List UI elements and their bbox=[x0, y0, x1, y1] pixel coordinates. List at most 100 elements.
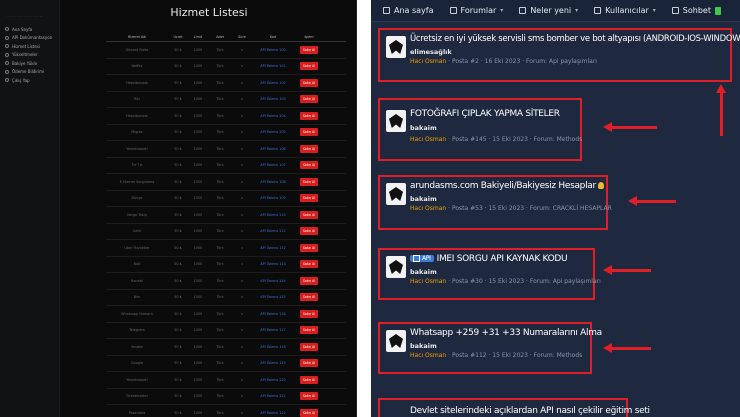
cell-code[interactable]: API Tokens 110 bbox=[252, 213, 294, 217]
thread-title[interactable]: Ücretsiz en iyi yüksek servisli sms bomb… bbox=[410, 34, 740, 44]
nav-item[interactable]: Neler yeni ▾ bbox=[519, 6, 578, 15]
buy-button[interactable]: Satın Al bbox=[300, 392, 318, 401]
buy-button[interactable]: Satın Al bbox=[300, 161, 318, 170]
buy-button[interactable]: Satın Al bbox=[300, 243, 318, 252]
red-arrow-left bbox=[628, 196, 676, 206]
thread-card-5[interactable]: Whatsapp +259 +31 +33 Numaralarını Alma … bbox=[378, 322, 602, 374]
red-arrow-up bbox=[716, 84, 726, 136]
buy-button[interactable]: Satın Al bbox=[300, 194, 318, 203]
thread-author[interactable]: bakaim bbox=[410, 268, 437, 276]
thread-title[interactable]: Devlet sitelerindeki açıklardan API nası… bbox=[410, 406, 650, 416]
sidebar-item[interactable]: Yükseltmeler bbox=[5, 51, 59, 60]
nav-item[interactable]: Forumlar ▾ bbox=[449, 6, 503, 15]
thread-title[interactable]: Whatsapp +259 +31 +33 Numaralarını Alma bbox=[410, 328, 602, 338]
red-arrow-left bbox=[603, 343, 651, 353]
cell-code[interactable]: API Tokens 107 bbox=[252, 163, 294, 167]
cell-name: Yemeksepeti bbox=[126, 146, 148, 151]
cell-buy: Satın Al bbox=[294, 45, 324, 54]
thread-title[interactable]: arundasms.com Bakiyeli/Bakiyesiz Hesapla… bbox=[410, 181, 604, 191]
cell-code[interactable]: API Tokens 118 bbox=[252, 345, 294, 349]
panel-divider bbox=[357, 0, 371, 417]
thread-card-6[interactable]: Devlet sitelerindeki açıklardan API nası… bbox=[378, 398, 650, 417]
home-icon bbox=[383, 7, 390, 14]
table-row: Hepsiburada 50 ₺ 1000 Türk ∞ API Tokens 104 Sa… bbox=[106, 108, 346, 125]
buy-button[interactable]: Satın Al bbox=[300, 227, 318, 236]
buy-button[interactable]: Satın Al bbox=[300, 326, 318, 335]
cell-code[interactable]: API Tokens 102 bbox=[252, 81, 294, 85]
table-row: Dünya 50 ₺ 1000 Türk ∞ API Tokens 109 Satın Al bbox=[106, 191, 346, 207]
cell-buy: Satın Al bbox=[294, 227, 324, 236]
cell-name: Getir bbox=[132, 229, 142, 234]
cell-code[interactable]: API Tokens 120 bbox=[252, 378, 294, 382]
cell-code[interactable]: API Tokens 116 bbox=[252, 312, 294, 316]
buy-button[interactable]: Satın Al bbox=[300, 45, 318, 54]
buy-button[interactable]: Satın Al bbox=[300, 210, 318, 219]
nav-item[interactable]: Kullanıcılar ▾ bbox=[594, 6, 656, 15]
cell-code[interactable]: API Tokens 117 bbox=[252, 328, 294, 332]
cell-code[interactable]: API Tokens 109 bbox=[252, 196, 294, 200]
cell-code[interactable]: API Tokens 121 bbox=[252, 394, 294, 398]
thread-author[interactable]: bakaim bbox=[410, 124, 437, 132]
buy-button[interactable]: Satın Al bbox=[300, 144, 318, 153]
buy-button[interactable]: Satın Al bbox=[300, 342, 318, 351]
cell-code[interactable]: API Tokens 112 bbox=[252, 246, 294, 250]
nav-item-label: Ana sayfa bbox=[394, 6, 434, 15]
cell-code[interactable]: API Tokens 113 bbox=[252, 262, 294, 266]
table-row: Banabi 50 ₺ 1000 Türk ∞ API Tokens 114 Satın A… bbox=[106, 273, 346, 290]
buy-button[interactable]: Satın Al bbox=[300, 260, 318, 269]
buy-button[interactable]: Satın Al bbox=[300, 111, 318, 120]
thread-title[interactable]: API IMEI SORGU API KAYNAK KODU bbox=[410, 254, 568, 264]
sidebar-item[interactable]: Ana Sayfa bbox=[5, 25, 59, 34]
buy-button[interactable]: Satın Al bbox=[300, 177, 318, 186]
sidebar-item[interactable]: API Dokümantasyon bbox=[5, 34, 59, 43]
doc-icon bbox=[5, 35, 9, 40]
thread-author[interactable]: bakaim bbox=[410, 195, 437, 203]
thread-card-1[interactable]: Ücretsiz en iyi yüksek servisli sms bomb… bbox=[378, 28, 740, 82]
cell-buy: Satın Al bbox=[294, 359, 324, 368]
forum-panel: Ana sayfa Forumlar ▾ Neler yeni ▾ Kullanıcıla… bbox=[371, 0, 740, 417]
avatar bbox=[386, 256, 406, 278]
cell-code[interactable]: API Tokens 104 bbox=[252, 114, 294, 118]
cell-code[interactable]: API Tokens 122 bbox=[252, 411, 294, 415]
thread-card-3[interactable]: arundasms.com Bakiyeli/Bakiyesiz Hesapla… bbox=[378, 175, 612, 230]
thread-card-4[interactable]: API IMEI SORGU API KAYNAK KODU bakaim Hac… bbox=[378, 248, 601, 300]
cell-code[interactable]: API Tokens 108 bbox=[252, 180, 294, 184]
nav-item[interactable]: Sohbet bbox=[671, 6, 721, 15]
nav-item[interactable]: Ana sayfa bbox=[383, 6, 434, 15]
buy-button[interactable]: Satın Al bbox=[300, 359, 318, 368]
cell-code[interactable]: API Tokens 111 bbox=[252, 229, 294, 233]
cell-buy: Satın Al bbox=[294, 243, 324, 252]
buy-button[interactable]: Satın Al bbox=[300, 62, 318, 71]
thread-card-2[interactable]: FOTOĞRAFI ÇIPLAK YAPMA SİTELER bakaim Ha… bbox=[378, 98, 582, 161]
buy-button[interactable]: Satın Al bbox=[300, 375, 318, 384]
thread-author[interactable]: bakaim bbox=[410, 342, 437, 350]
cell-code[interactable]: API Tokens 106 bbox=[252, 147, 294, 151]
cell-code[interactable]: API Tokens 114 bbox=[252, 279, 294, 283]
cell-limit: 1000 bbox=[193, 311, 203, 316]
sidebar-item[interactable]: Hizmet Listesi bbox=[5, 42, 59, 51]
buy-button[interactable]: Satın Al bbox=[300, 293, 318, 302]
thread-title[interactable]: FOTOĞRAFI ÇIPLAK YAPMA SİTELER bbox=[410, 109, 560, 119]
cell-code[interactable]: API Tokens 103 bbox=[252, 97, 294, 101]
cell-time: ∞ bbox=[240, 229, 244, 234]
sidebar-item[interactable]: Bakiye Yükle bbox=[5, 59, 59, 68]
upgrade-icon bbox=[5, 52, 9, 57]
cell-code[interactable]: API Tokens 101 bbox=[252, 64, 294, 68]
cell-code[interactable]: API Tokens 100 bbox=[252, 48, 294, 52]
cell-count: Türk bbox=[216, 262, 224, 267]
buy-button[interactable]: Satın Al bbox=[300, 128, 318, 137]
buy-button[interactable]: Satın Al bbox=[300, 78, 318, 87]
buy-button[interactable]: Satın Al bbox=[300, 276, 318, 285]
cell-code[interactable]: API Tokens 115 bbox=[252, 295, 294, 299]
cell-code[interactable]: API Tokens 105 bbox=[252, 130, 294, 134]
buy-button[interactable]: Satın Al bbox=[300, 408, 318, 417]
sidebar-item[interactable]: Ödeme Bildirimi bbox=[5, 68, 59, 77]
cell-code[interactable]: API Tokens 119 bbox=[252, 361, 294, 365]
buy-button[interactable]: Satın Al bbox=[300, 309, 318, 318]
thread-author[interactable]: elimesağlık bbox=[410, 48, 452, 56]
sidebar-item[interactable]: Çıkış Yap bbox=[5, 76, 59, 85]
cell-time: ∞ bbox=[240, 179, 244, 184]
cell-name: Yandex bbox=[130, 344, 143, 349]
buy-button[interactable]: Satın Al bbox=[300, 95, 318, 104]
cell-limit: 1000 bbox=[193, 278, 203, 283]
